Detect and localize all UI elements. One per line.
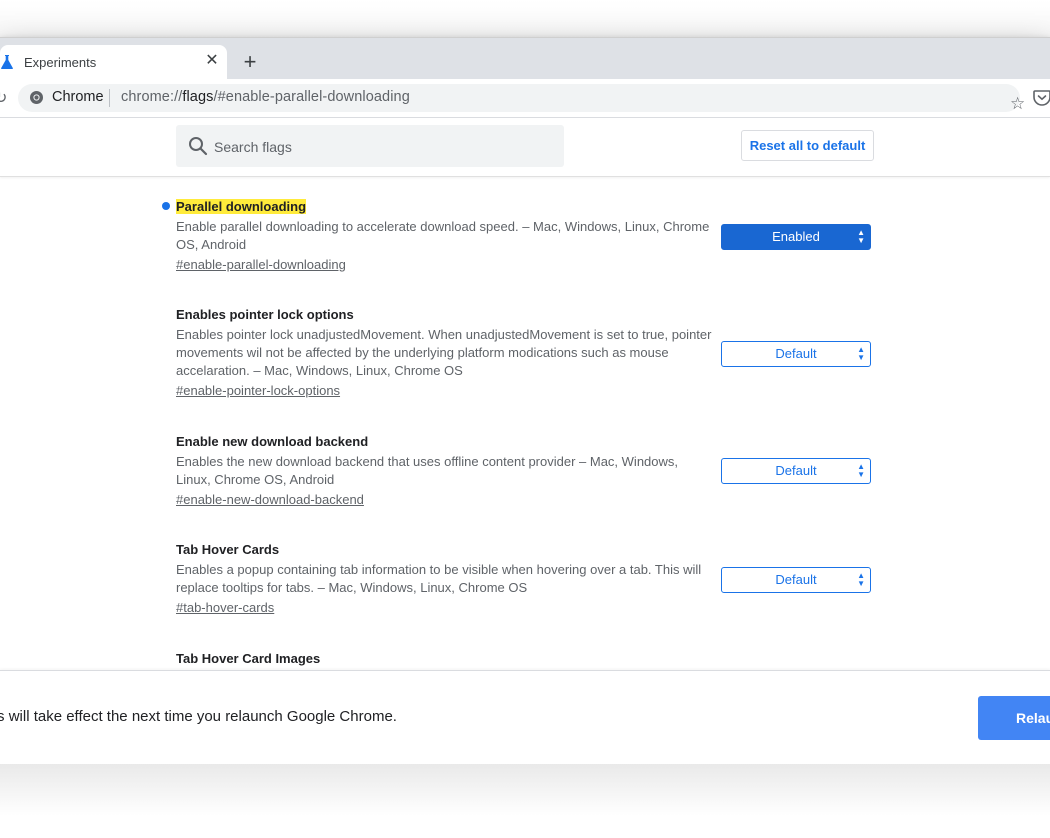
flag-item-tab-hover-cards: Tab Hover Cards Enables a popup containi… bbox=[176, 541, 716, 617]
flag-item-tab-hover-card-images: Tab Hover Card Images bbox=[176, 650, 716, 668]
relaunch-button[interactable]: Relau bbox=[978, 696, 1050, 740]
modified-indicator bbox=[162, 202, 170, 210]
flag-title: Parallel downloading bbox=[176, 199, 307, 214]
close-icon[interactable]: ✕ bbox=[204, 51, 220, 71]
flag-select-tab-hover-cards[interactable]: Default ▲ ▼ bbox=[721, 567, 871, 593]
flag-title: Enable new download backend bbox=[176, 434, 369, 449]
reset-all-button[interactable]: Reset all to default bbox=[741, 130, 874, 161]
chrome-icon bbox=[30, 91, 43, 104]
select-arrows-icon: ▲ ▼ bbox=[857, 462, 865, 479]
flag-item-parallel-downloading: Parallel downloading Enable parallel dow… bbox=[176, 198, 716, 274]
select-arrows-icon: ▲ ▼ bbox=[857, 571, 865, 588]
flag-select-pointer-lock-options[interactable]: Default ▲ ▼ bbox=[721, 341, 871, 367]
new-tab-button[interactable]: + bbox=[240, 51, 260, 73]
reload-icon[interactable]: ↻ bbox=[0, 88, 7, 108]
address-bar[interactable]: Chrome chrome://flags/#enable-parallel-d… bbox=[18, 84, 1025, 113]
flag-description: Enables pointer lock unadjustedMovement.… bbox=[176, 327, 712, 378]
flag-select-new-download-backend[interactable]: Default ▲ ▼ bbox=[721, 458, 871, 484]
flag-item-new-download-backend: Enable new download backend Enables the … bbox=[176, 433, 716, 509]
bookmark-star-icon[interactable]: ☆ bbox=[1010, 94, 1025, 114]
flag-title: Enables pointer lock options bbox=[176, 307, 354, 322]
select-arrows-icon: ▲ ▼ bbox=[857, 345, 865, 362]
select-arrows-icon: ▲ ▼ bbox=[857, 228, 865, 245]
flag-permalink[interactable]: #enable-new-download-backend bbox=[176, 491, 364, 509]
flag-permalink[interactable]: #enable-parallel-downloading bbox=[176, 256, 346, 274]
url-text[interactable]: chrome://flags/#enable-parallel-download… bbox=[121, 89, 410, 105]
browser-window: Experiments ✕ + ↻ Chrome chrome://flags/… bbox=[0, 37, 1050, 764]
toolbar: ↻ Chrome chrome://flags/#enable-parallel… bbox=[0, 79, 1050, 118]
flag-title: Tab Hover Card Images bbox=[176, 651, 321, 666]
flag-title: Tab Hover Cards bbox=[176, 542, 280, 557]
relaunch-bar: nges will take effect the next time you … bbox=[0, 670, 1050, 764]
site-label: Chrome bbox=[52, 89, 104, 105]
tab-strip: Experiments ✕ + bbox=[0, 37, 1050, 80]
relaunch-message: nges will take effect the next time you … bbox=[0, 708, 397, 725]
pocket-icon[interactable] bbox=[1033, 90, 1050, 106]
flags-header: Reset all to default bbox=[0, 118, 1050, 177]
desktop-shadow bbox=[0, 764, 1050, 838]
flag-permalink[interactable]: #tab-hover-cards bbox=[176, 599, 274, 617]
omnibox-divider bbox=[109, 89, 110, 107]
flask-icon bbox=[1, 55, 13, 69]
flag-description: Enable parallel downloading to accelerat… bbox=[176, 219, 710, 252]
flag-select-parallel-downloading[interactable]: Enabled ▲ ▼ bbox=[721, 224, 871, 250]
search-box[interactable] bbox=[176, 125, 564, 169]
tab-title: Experiments bbox=[24, 55, 97, 70]
flag-permalink[interactable]: #enable-pointer-lock-options bbox=[176, 382, 340, 400]
search-icon bbox=[189, 137, 208, 156]
flag-description: Enables the new download backend that us… bbox=[176, 454, 679, 487]
flag-item-pointer-lock-options: Enables pointer lock options Enables poi… bbox=[176, 306, 716, 400]
tab-experiments[interactable]: Experiments ✕ bbox=[0, 45, 227, 80]
flag-description: Enables a popup containing tab informati… bbox=[176, 562, 702, 595]
desktop-backdrop bbox=[0, 0, 1050, 38]
search-input[interactable] bbox=[212, 125, 556, 169]
